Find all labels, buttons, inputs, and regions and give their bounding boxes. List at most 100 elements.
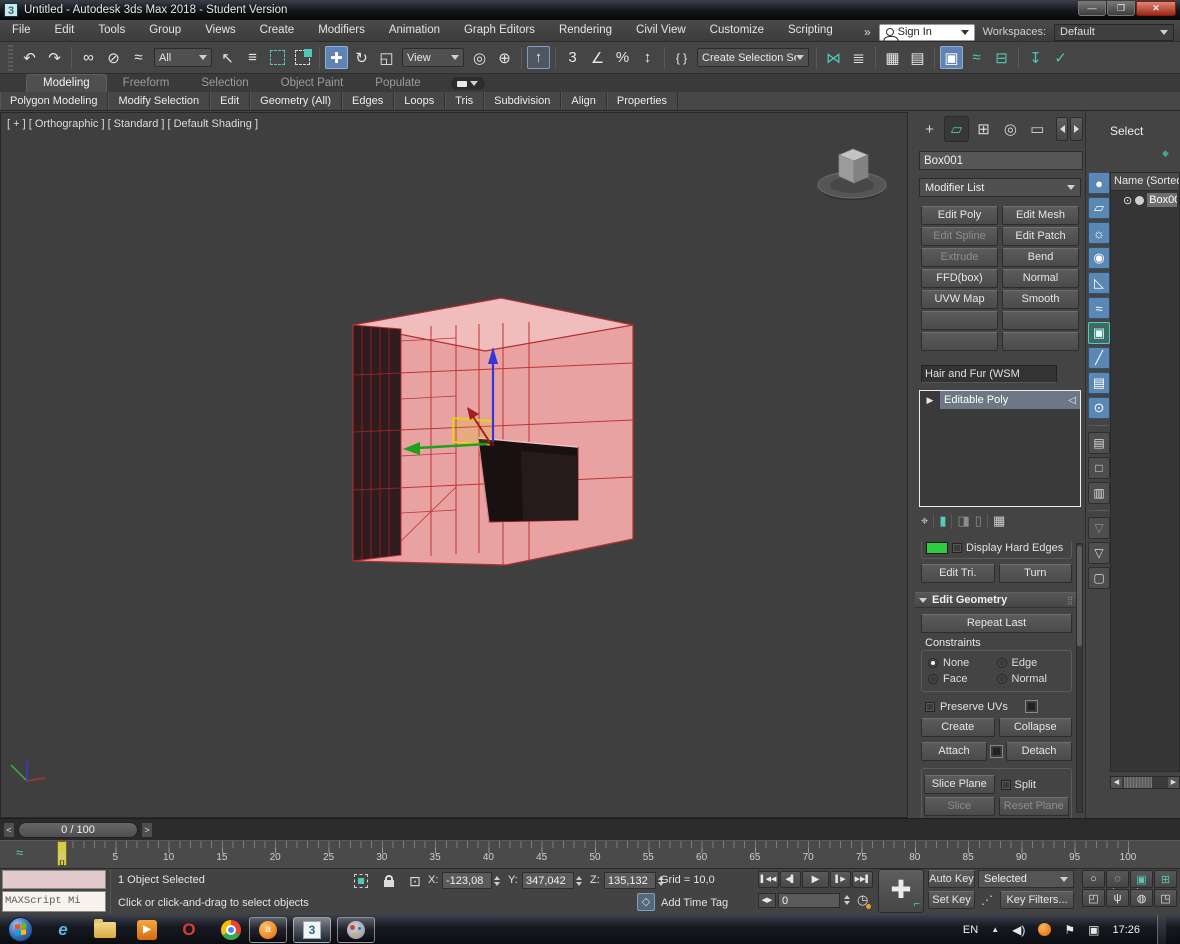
named-selection-set-dropdown[interactable]: Create Selection Se [697, 48, 809, 67]
snaps-toggle-3d-icon[interactable]: 3 [561, 46, 584, 69]
edit-poly-modifier-button[interactable]: Edit Poly [921, 206, 998, 225]
menu-customize[interactable]: Customize [698, 20, 776, 41]
reference-coordinate-dropdown[interactable]: View [402, 48, 464, 67]
start-button[interactable] [8, 917, 33, 942]
create-button[interactable]: Create [921, 718, 995, 737]
scroll-right-icon[interactable]: ▶ [1168, 777, 1179, 788]
select-and-link-icon[interactable]: ∞ [77, 46, 100, 69]
scroll-left-icon[interactable]: ◀ [1111, 777, 1122, 788]
language-indicator[interactable]: EN [963, 924, 978, 936]
ribbon-minimize-dropdown[interactable] [451, 77, 485, 90]
toolbar-drag-handle[interactable] [8, 45, 13, 71]
uvw-map-modifier-button[interactable]: UVW Map [921, 290, 998, 309]
workspaces-dropdown[interactable]: Default [1054, 24, 1174, 41]
slice-button[interactable]: Slice [924, 797, 995, 816]
isolate-selection-icon[interactable] [352, 872, 370, 890]
select-and-move-icon[interactable]: ✚ [325, 46, 348, 69]
show-desktop-button[interactable] [1157, 915, 1166, 944]
z-coordinate-field[interactable]: 135,132 [604, 872, 656, 889]
schematic-view-icon[interactable]: ⊟ [990, 46, 1013, 69]
maximize-viewport-toggle-button[interactable]: ◳ [1154, 889, 1177, 907]
constraint-none-radio[interactable] [928, 658, 938, 668]
ribbon-edit[interactable]: Edit [210, 92, 250, 110]
hard-edge-color-swatch[interactable] [926, 542, 948, 554]
menu-views[interactable]: Views [193, 20, 247, 41]
ribbon-loops[interactable]: Loops [394, 92, 445, 110]
selection-filter-dropdown[interactable]: All [154, 48, 212, 67]
select-object-icon[interactable]: ↖ [216, 46, 239, 69]
filter-icon[interactable]: ▽ [1088, 542, 1110, 564]
align-icon[interactable]: ≣ [847, 46, 870, 69]
internet-explorer-icon[interactable]: e [51, 918, 75, 942]
tab-freeform[interactable]: Freeform [107, 75, 186, 92]
key-mode-dropdown[interactable]: Selected [978, 870, 1074, 888]
make-unique-icon[interactable]: ◨ [957, 513, 969, 529]
material-editor-icon[interactable]: ✓ [1049, 46, 1072, 69]
current-frame-field[interactable]: 0 [778, 893, 840, 908]
minimize-button[interactable]: — [1078, 1, 1106, 16]
object-row-label[interactable]: Box001 [1147, 193, 1177, 207]
edit-patch-modifier-button[interactable]: Edit Patch [1002, 227, 1079, 246]
panel-scroll-left-button[interactable] [1056, 117, 1069, 141]
configure-modifier-sets-icon[interactable]: ▦ [993, 513, 1005, 529]
set-keys-button[interactable]: ✚ ⌐ [878, 869, 924, 913]
time-configuration-icon[interactable]: ◷ [857, 892, 868, 908]
maxscript-mini-listener[interactable]: MAXScript Mi [2, 891, 106, 912]
edit-geometry-rollout-header[interactable]: Edit Geometry ⣿ [915, 592, 1078, 608]
display-biped-icon[interactable]: ⊙ [1088, 397, 1110, 419]
tab-object-paint[interactable]: Object Paint [265, 75, 360, 92]
zoom-extents-all-button[interactable]: ⊞ [1154, 870, 1177, 888]
reset-plane-button[interactable]: Reset Plane [999, 797, 1070, 816]
use-pivot-point-center-icon[interactable]: ◎ [468, 46, 491, 69]
zoom-region-button[interactable]: ◰ [1082, 889, 1105, 907]
tab-selection[interactable]: Selection [185, 75, 264, 92]
attach-button[interactable]: Attach [921, 742, 987, 761]
network-icon[interactable]: ▣ [1088, 923, 1099, 937]
repeat-last-button[interactable]: Repeat Last [921, 614, 1072, 633]
pin-stack-icon[interactable]: ⌖ [921, 513, 928, 529]
display-lights-icon[interactable]: ☼ [1088, 222, 1110, 244]
menu-edit[interactable]: Edit [43, 20, 87, 41]
render-setup-icon[interactable]: ↧ [1024, 46, 1047, 69]
previous-frame-button[interactable]: ◀▌ [780, 871, 801, 888]
display-hard-edges-checkbox[interactable] [952, 543, 962, 553]
maxscript-mini-recorder[interactable] [2, 870, 106, 889]
menu-graph-editors[interactable]: Graph Editors [452, 20, 547, 41]
chrome-icon[interactable] [219, 918, 243, 942]
menu-civil-view[interactable]: Civil View [624, 20, 698, 41]
previous-frame-button[interactable]: < [3, 822, 15, 838]
toggle-layer-explorer-icon[interactable]: ▤ [906, 46, 929, 69]
y-coordinate-field[interactable]: 347,042 [522, 872, 574, 889]
3dsmax-taskbar-button[interactable]: 3 [293, 917, 331, 943]
key-filters-button[interactable]: Key Filters... [1000, 891, 1074, 909]
taskbar-clock[interactable]: 17:26 [1112, 924, 1140, 936]
ffd-box-modifier-button[interactable]: FFD(box) [921, 269, 998, 288]
scrollbar-thumb[interactable] [1124, 777, 1152, 788]
rectangular-selection-region-icon[interactable] [266, 46, 289, 69]
select-and-rotate-icon[interactable]: ↻ [350, 46, 373, 69]
x-spinner[interactable] [492, 872, 501, 889]
modifier-list-dropdown[interactable]: Modifier List [919, 178, 1081, 197]
display-helpers-icon[interactable]: ◺ [1088, 272, 1110, 294]
empty-modifier-button[interactable] [1002, 311, 1079, 330]
panel-tab-create-icon[interactable]: + [917, 116, 942, 142]
filter-combinations-icon[interactable]: ▽ [1088, 517, 1110, 539]
go-to-start-button[interactable]: ▌◀◀ [758, 871, 779, 888]
redo-icon[interactable]: ↷ [43, 46, 66, 69]
ribbon-edges[interactable]: Edges [342, 92, 394, 110]
window-crossing-toggle-icon[interactable] [291, 46, 314, 69]
menu-modifiers[interactable]: Modifiers [306, 20, 377, 41]
show-end-result-icon[interactable]: ▮ [939, 513, 946, 529]
empty-modifier-button[interactable] [1002, 332, 1079, 351]
stack-row[interactable]: ▶ Editable Poly ◁ [920, 391, 1080, 409]
normal-modifier-button[interactable]: Normal [1002, 269, 1079, 288]
display-geometry-icon[interactable]: ● [1088, 172, 1110, 194]
smooth-modifier-button[interactable]: Smooth [1002, 290, 1079, 309]
slice-plane-button[interactable]: Slice Plane [924, 775, 995, 794]
ribbon-properties[interactable]: Properties [607, 92, 678, 110]
edit-spline-modifier-button[interactable]: Edit Spline [921, 227, 998, 246]
workspace-basket-icon[interactable]: ▢ [1088, 567, 1110, 589]
viewport-label[interactable]: [ + ] [ Orthographic ] [ Standard ] [ De… [7, 118, 258, 130]
next-frame-button[interactable]: > [141, 822, 153, 838]
mirror-icon[interactable]: ⋈ [822, 46, 845, 69]
